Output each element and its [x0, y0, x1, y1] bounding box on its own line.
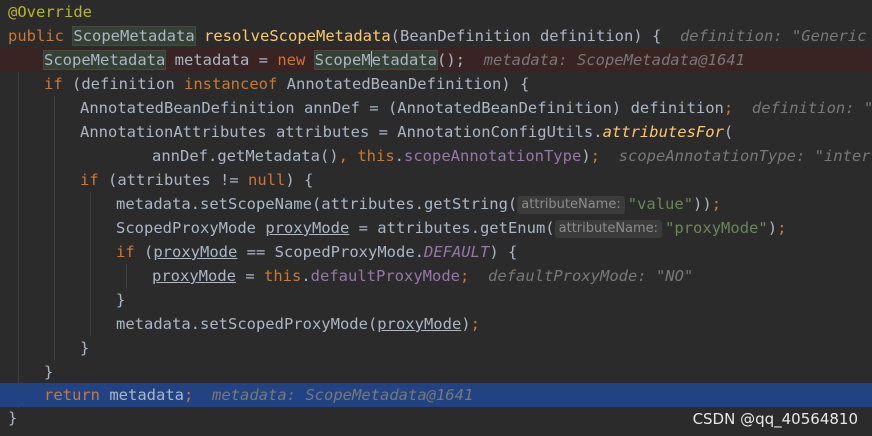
- field-defaultproxymode: defaultProxyMode: [310, 267, 460, 285]
- semicolon: ;: [184, 386, 194, 404]
- debug-inline-value: metadata: ScopeMetadata@1641: [212, 386, 474, 404]
- type-scopemetadata: ScopeMetadata: [72, 26, 196, 46]
- code-editor[interactable]: @Override public ScopeMetadata resolveSc…: [0, 0, 872, 436]
- statement-text: AnnotationAttributes attributes = Annota…: [80, 123, 603, 141]
- enum-constant-default: DEFAULT: [423, 243, 490, 261]
- paren-open: (: [723, 123, 734, 141]
- keyword-if: if: [80, 171, 99, 189]
- code-line[interactable]: if (attributes != null) {: [0, 168, 872, 192]
- condition-text: == ScopedProxyMode.: [237, 243, 424, 261]
- closing-brace: }: [116, 291, 126, 309]
- semicolon: ;: [459, 267, 470, 285]
- string-literal: "value": [627, 195, 694, 213]
- code-line[interactable]: if (proxyMode == ScopedProxyMode.DEFAULT…: [0, 240, 872, 264]
- keyword-this: this: [357, 147, 395, 165]
- paren-close: ): [581, 147, 591, 165]
- semicolon: ;: [590, 147, 600, 165]
- code-line-current-execution[interactable]: return metadata; metadata: ScopeMetadata…: [0, 383, 872, 407]
- variable-proxymode: proxyMode: [152, 267, 236, 285]
- condition-end: ) {: [285, 171, 314, 189]
- assignment-text: =: [236, 267, 264, 285]
- method-params: (BeanDefinition definition) {: [390, 27, 662, 45]
- constructor-text-a: ScopeM: [314, 51, 371, 69]
- paren-open: (: [134, 243, 154, 261]
- static-method-call: attributesFor: [602, 123, 724, 141]
- variable-proxymode: proxyMode: [265, 219, 350, 237]
- keyword-instanceof: instanceof: [184, 75, 278, 93]
- code-line[interactable]: metadata.setScopedProxyMode(proxyMode);: [0, 312, 872, 336]
- field-scopeannotationtype: scopeAnnotationType: [404, 147, 582, 165]
- closing-brace: }: [80, 339, 90, 357]
- condition-end: ) {: [489, 243, 518, 261]
- constructor-call: ScopeMetadata: [313, 50, 438, 70]
- override-annotation: @Override: [8, 3, 92, 21]
- code-line[interactable]: }: [0, 336, 872, 360]
- code-line[interactable]: metadata.setScopeName(attributes.getStri…: [0, 192, 872, 216]
- variable-proxymode: proxyMode: [153, 243, 238, 261]
- debug-inline-value: defaultProxyMode: "NO": [488, 267, 694, 285]
- comma: ,: [338, 147, 348, 165]
- closing-brace: }: [44, 363, 54, 381]
- paren-close: )): [693, 195, 712, 213]
- code-line-breakpoint[interactable]: ScopeMetadata metadata = new ScopeMetada…: [0, 48, 872, 72]
- type-text: ScopedProxyMode: [116, 219, 266, 237]
- debug-inline-value: scopeAnnotationType: "interfac: [618, 147, 872, 165]
- statement-text: AnnotatedBeanDefinition annDef = (Annota…: [80, 99, 724, 117]
- keyword-public: public: [8, 27, 64, 45]
- statement-end: ();: [436, 51, 465, 69]
- type-scopemetadata: ScopeMetadata: [42, 50, 167, 70]
- code-line[interactable]: }: [0, 288, 872, 312]
- semicolon: ;: [711, 195, 722, 213]
- closing-brace: }: [8, 409, 18, 427]
- string-literal: "proxyMode": [665, 219, 768, 237]
- dot: .: [394, 147, 404, 165]
- code-line[interactable]: proxyMode = this.defaultProxyMode; defau…: [0, 264, 872, 288]
- condition-text: (definition: [62, 75, 184, 93]
- method-name: resolveScopeMetadata: [204, 27, 391, 45]
- debug-inline-value: metadata: ScopeMetadata@1641: [483, 51, 745, 69]
- semicolon: ;: [470, 315, 480, 333]
- debug-inline-value: definition: "Generic bea: [679, 27, 867, 45]
- keyword-return: return: [44, 386, 100, 404]
- assignment-text: metadata =: [165, 51, 278, 69]
- condition-text: (attributes !=: [98, 171, 248, 189]
- code-line[interactable]: AnnotationAttributes attributes = Annota…: [0, 120, 872, 144]
- dot: .: [301, 267, 311, 285]
- parameter-name-hint: attributeName:: [517, 196, 625, 214]
- semicolon: ;: [777, 219, 787, 237]
- paren-close: ): [767, 219, 778, 237]
- constructor-text-b: etadata: [371, 51, 437, 69]
- keyword-null: null: [247, 171, 286, 189]
- semicolon: ;: [723, 99, 734, 117]
- keyword-if: if: [44, 75, 63, 93]
- code-line[interactable]: public ScopeMetadata resolveScopeMetadat…: [0, 24, 872, 48]
- statement-text: metadata.setScopeName(attributes.getStri…: [116, 195, 518, 213]
- argument-text: annDef.getMetadata(): [152, 147, 339, 165]
- keyword-if: if: [116, 243, 135, 261]
- watermark: CSDN @qq_40564810: [692, 410, 858, 428]
- code-line[interactable]: annDef.getMetadata(), this.scopeAnnotati…: [0, 144, 872, 168]
- keyword-new: new: [277, 51, 306, 69]
- return-value: metadata: [100, 386, 184, 404]
- keyword-this: this: [264, 267, 302, 285]
- statement-text: metadata.setScopedProxyMode(: [116, 315, 378, 333]
- paren-close: ): [461, 315, 471, 333]
- code-line[interactable]: AnnotatedBeanDefinition annDef = (Annota…: [0, 96, 872, 120]
- code-line[interactable]: }: [0, 360, 872, 384]
- variable-proxymode: proxyMode: [377, 315, 462, 333]
- code-line[interactable]: @Override: [0, 0, 872, 24]
- code-line[interactable]: if (definition instanceof AnnotatedBeanD…: [0, 72, 872, 96]
- parameter-name-hint: attributeName:: [554, 220, 663, 238]
- condition-type: AnnotatedBeanDefinition) {: [277, 75, 530, 93]
- statement-text: = attributes.getEnum(: [349, 219, 555, 237]
- code-line[interactable]: ScopedProxyMode proxyMode = attributes.g…: [0, 216, 872, 240]
- debug-inline-value: definition: "Gen: [751, 99, 872, 117]
